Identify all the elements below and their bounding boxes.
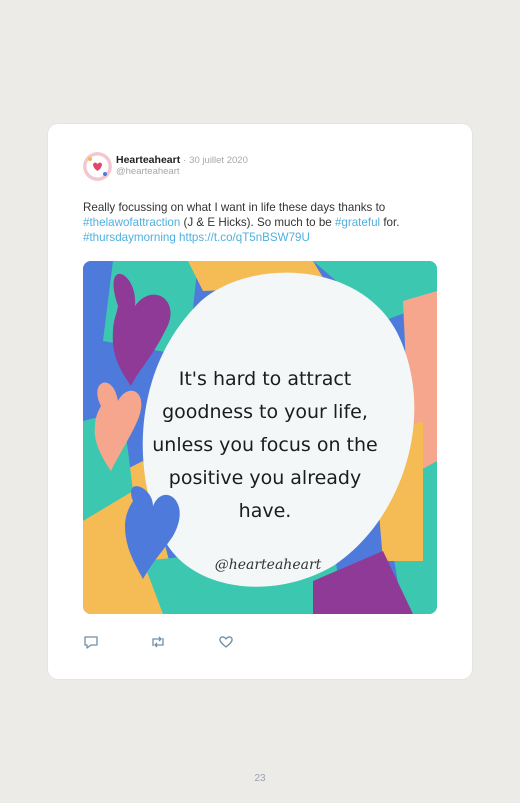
quote-text: It's hard to attract goodness to your li… <box>135 363 395 528</box>
signature: @hearteaheart <box>214 557 322 573</box>
retweet-icon[interactable] <box>149 634 167 652</box>
avatar[interactable] <box>83 152 112 181</box>
quote-line: unless you focus on the <box>152 434 378 456</box>
url-link[interactable]: https://t.co/qT5nBSW79U <box>179 231 310 244</box>
text-part: Really focussing on what I want in life … <box>83 201 386 214</box>
quote-line: positive you already <box>168 467 362 489</box>
text-part: for. <box>380 216 400 229</box>
hashtag-link[interactable]: #grateful <box>335 216 380 229</box>
hashtag-link[interactable]: #thursdaymorning <box>83 231 176 244</box>
tweet-actions <box>83 634 263 654</box>
quote-line: It's hard to attract <box>178 368 352 390</box>
page-number: 23 <box>254 773 266 784</box>
quote-line: have. <box>238 500 292 522</box>
tweet-date[interactable]: 30 juillet 2020 <box>189 155 248 166</box>
tweet-text: Really focussing on what I want in life … <box>83 200 448 245</box>
separator: · <box>183 155 187 166</box>
tweet-image[interactable]: It's hard to attract goodness to your li… <box>83 261 437 614</box>
author-handle[interactable]: @hearteaheart <box>116 166 180 177</box>
tweet-card: Hearteaheart · 30 juillet 2020 @hearteah… <box>48 124 472 679</box>
author-name[interactable]: Hearteaheart <box>116 154 180 166</box>
reply-icon[interactable] <box>83 634 101 652</box>
heart-icon[interactable] <box>218 634 236 652</box>
quote-line: goodness to your life, <box>162 401 368 423</box>
hashtag-link[interactable]: #thelawofattraction <box>83 216 180 229</box>
text-part: (J & E Hicks). So much to be <box>180 216 335 229</box>
